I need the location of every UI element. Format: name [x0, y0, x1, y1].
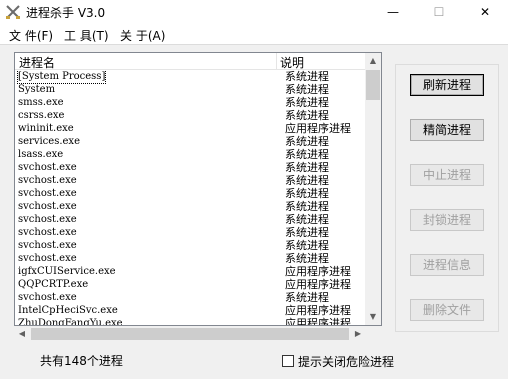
process-row[interactable]: lsass.exe 系统进程 [15, 148, 367, 161]
process-row[interactable]: services.exe 系统进程 [15, 135, 367, 148]
process-name: igfxCUIService.exe [18, 266, 116, 277]
process-row[interactable]: igfxCUIService.exe 应用程序进程 [15, 265, 367, 278]
process-row[interactable]: svchost.exe 系统进程 [15, 174, 367, 187]
process-name: wininit.exe [18, 123, 74, 134]
process-name: IntelCpHeciSvc.exe [18, 305, 118, 316]
process-description: 系统进程 [285, 83, 329, 96]
process-row[interactable]: svchost.exe 系统进程 [15, 200, 367, 213]
process-row[interactable]: svchost.exe 系统进程 [15, 252, 367, 265]
process-name: [System Process] [16, 70, 107, 84]
crossed-swords-icon [6, 5, 20, 19]
process-rows: [System Process] 系统进程 System 系统进程 smss.exe 系统… [15, 70, 367, 325]
process-row[interactable]: wininit.exe 应用程序进程 [15, 122, 367, 135]
process-description: 应用程序进程 [285, 278, 351, 291]
process-description: 系统进程 [285, 174, 329, 187]
process-row[interactable]: svchost.exe 系统进程 [15, 239, 367, 252]
menu-bar: 文 件(F) 工 具(T) 关 于(A) [0, 24, 508, 45]
process-name: csrss.exe [18, 110, 65, 121]
process-name: smss.exe [18, 97, 64, 108]
window-title: 进程杀手 V3.0 [26, 6, 106, 20]
process-description: 系统进程 [285, 187, 329, 200]
process-name: svchost.exe [18, 227, 77, 238]
process-name: QQPCRTP.exe [18, 279, 89, 290]
process-row[interactable]: QQPCRTP.exe 应用程序进程 [15, 278, 367, 291]
process-description: 系统进程 [285, 148, 329, 161]
process-row[interactable]: svchost.exe 系统进程 [15, 187, 367, 200]
process-name: svchost.exe [18, 292, 77, 303]
process-row[interactable]: svchost.exe 系统进程 [15, 213, 367, 226]
process-description: 应用程序进程 [285, 122, 351, 135]
process-row[interactable]: System 系统进程 [15, 83, 367, 96]
process-name: svchost.exe [18, 188, 77, 199]
danger-warning-label[interactable]: 提示关闭危险进程 [298, 353, 394, 370]
process-row[interactable]: svchost.exe 系统进程 [15, 291, 367, 304]
process-name: svchost.exe [18, 201, 77, 212]
process-row[interactable]: [System Process] 系统进程 [15, 70, 367, 84]
menu-tools[interactable]: 工 具(T) [64, 27, 109, 44]
process-description: 系统进程 [285, 200, 329, 213]
process-name: svchost.exe [18, 162, 77, 173]
info-button[interactable]: 进程信息 [410, 254, 484, 276]
process-name: lsass.exe [18, 149, 64, 160]
process-description: 系统进程 [285, 252, 329, 265]
vertical-scrollbar[interactable]: ▲ ▼ [365, 53, 381, 325]
horizontal-scrollbar[interactable]: ◀ ▶ [14, 326, 382, 342]
process-description: 应用程序进程 [285, 304, 351, 317]
title-bar: 进程杀手 V3.0 — ☐ ✕ [0, 0, 508, 24]
terminate-button[interactable]: 中止进程 [410, 164, 484, 186]
refresh-button[interactable]: 刷新进程 [410, 74, 484, 96]
process-description: 系统进程 [285, 161, 329, 174]
menu-file[interactable]: 文 件(F) [9, 27, 53, 44]
actions-group [395, 64, 499, 332]
process-name: services.exe [18, 136, 80, 147]
horizontal-scroll-thumb[interactable] [31, 328, 349, 340]
process-description: 系统进程 [285, 70, 329, 83]
process-count: 共有148个进程 [40, 354, 123, 368]
process-description: 系统进程 [285, 135, 329, 148]
process-row[interactable]: svchost.exe 系统进程 [15, 226, 367, 239]
process-row[interactable]: IntelCpHeciSvc.exe 应用程序进程 [15, 304, 367, 317]
column-header-name[interactable]: 进程名 [19, 54, 55, 71]
process-list[interactable]: 进程名 说明 [System Process] 系统进程 System 系统进程 sms… [14, 52, 382, 326]
process-description: 应用程序进程 [285, 317, 351, 325]
minimize-button[interactable]: — [370, 0, 416, 24]
process-name: System [18, 84, 56, 95]
close-button[interactable]: ✕ [462, 0, 508, 24]
scroll-left-icon[interactable]: ◀ [14, 326, 30, 342]
maximize-button[interactable]: ☐ [416, 0, 462, 24]
process-description: 系统进程 [285, 226, 329, 239]
list-header: 进程名 说明 [15, 53, 367, 70]
column-divider[interactable] [276, 53, 277, 69]
process-description: 系统进程 [285, 291, 329, 304]
process-row[interactable]: csrss.exe 系统进程 [15, 109, 367, 122]
process-name: svchost.exe [18, 214, 77, 225]
process-description: 系统进程 [285, 96, 329, 109]
process-description: 系统进程 [285, 109, 329, 122]
process-row[interactable]: smss.exe 系统进程 [15, 96, 367, 109]
process-name: svchost.exe [18, 240, 77, 251]
process-description: 系统进程 [285, 213, 329, 226]
process-row[interactable]: ZhuDongFangYu.exe 应用程序进程 [15, 317, 367, 325]
process-name: svchost.exe [18, 175, 77, 186]
scroll-right-icon[interactable]: ▶ [350, 326, 366, 342]
process-description: 系统进程 [285, 239, 329, 252]
delete-file-button[interactable]: 删除文件 [410, 299, 484, 321]
scroll-thumb[interactable] [366, 70, 380, 100]
process-row[interactable]: svchost.exe 系统进程 [15, 161, 367, 174]
simplify-button[interactable]: 精简进程 [410, 119, 484, 141]
process-name: ZhuDongFangYu.exe [18, 318, 123, 325]
column-header-desc[interactable]: 说明 [280, 54, 304, 71]
process-name: svchost.exe [18, 253, 77, 264]
scroll-up-icon[interactable]: ▲ [365, 53, 381, 69]
menu-about[interactable]: 关 于(A) [120, 27, 165, 44]
process-description: 应用程序进程 [285, 265, 351, 278]
danger-warning-checkbox[interactable] [282, 355, 294, 367]
scroll-down-icon[interactable]: ▼ [365, 309, 381, 325]
lock-button[interactable]: 封锁进程 [410, 209, 484, 231]
